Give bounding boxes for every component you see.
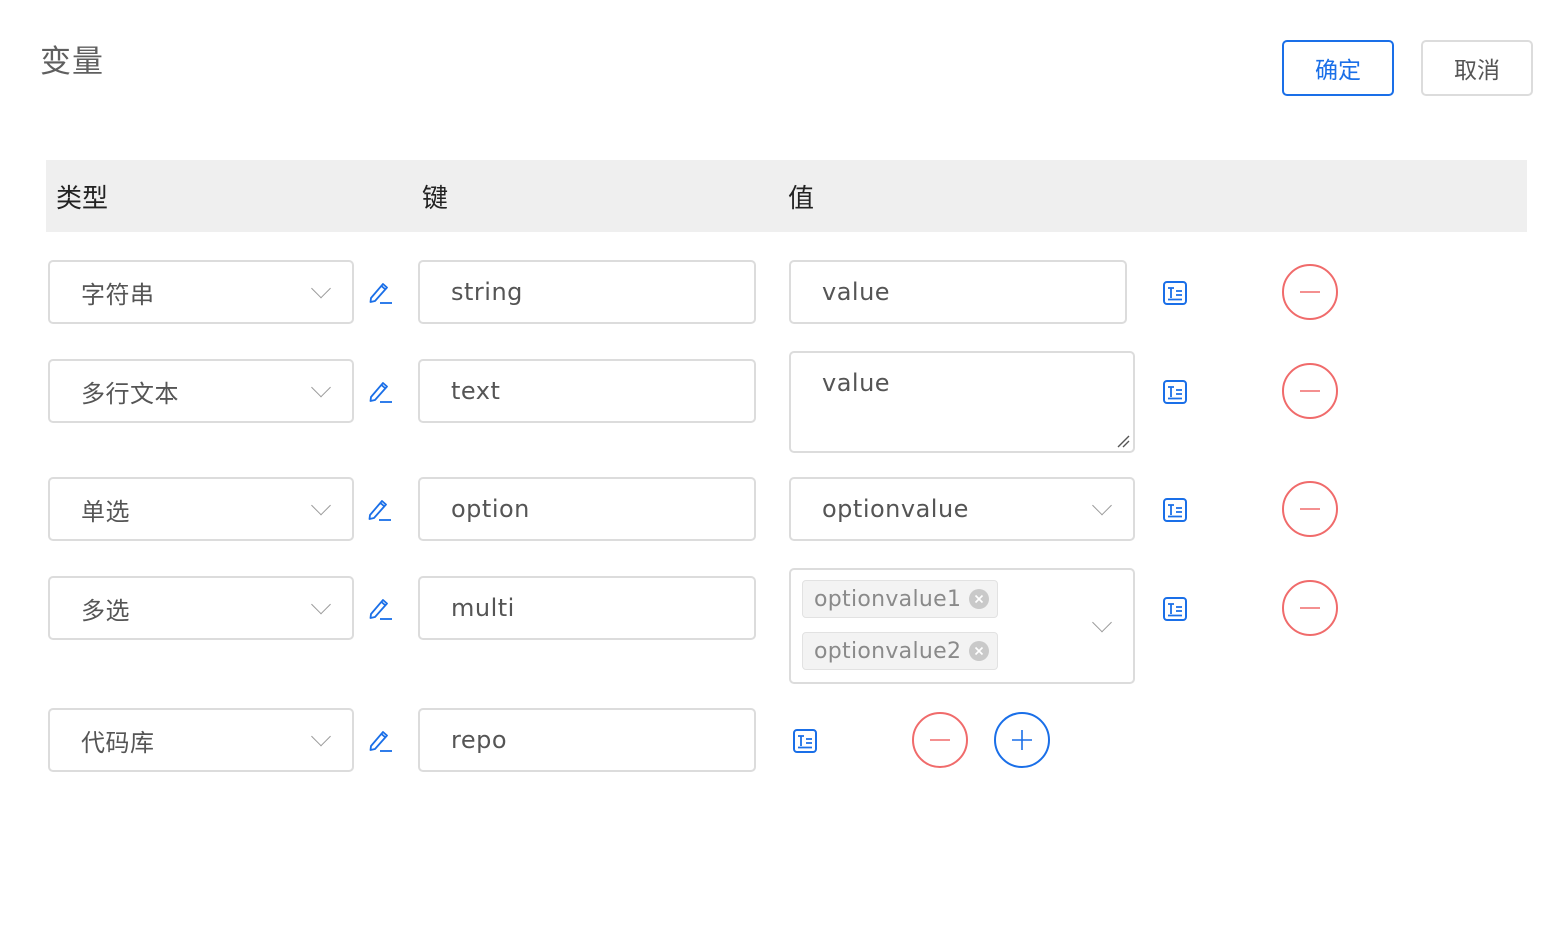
remove-row-button[interactable] xyxy=(1282,580,1338,636)
type-select[interactable]: 多行文本 xyxy=(48,359,354,423)
key-input[interactable]: option xyxy=(418,477,756,541)
minus-circle-icon xyxy=(1300,390,1320,392)
type-select-value: 多行文本 xyxy=(81,379,179,408)
edit-pencil-icon[interactable] xyxy=(366,594,394,622)
plus-circle-icon xyxy=(1012,730,1032,750)
edit-pencil-icon[interactable] xyxy=(365,495,393,523)
chevron-down-icon xyxy=(311,726,331,747)
key-input[interactable]: text xyxy=(418,359,756,423)
selected-tag-label: optionvalue2 xyxy=(814,638,962,664)
cancel-button[interactable]: 取消 xyxy=(1421,40,1533,96)
key-input[interactable]: string xyxy=(418,260,756,324)
type-select[interactable]: 多选 xyxy=(48,576,354,640)
table-header: 类型 键 值 xyxy=(46,160,1527,232)
value-input-value: value xyxy=(822,278,891,306)
key-input-value: multi xyxy=(451,594,515,622)
type-select-value: 多选 xyxy=(81,596,130,625)
value-textarea[interactable]: value xyxy=(789,351,1135,453)
value-select[interactable]: optionvalue xyxy=(789,477,1135,541)
page-title: 变量 xyxy=(40,44,104,80)
close-icon[interactable] xyxy=(969,641,990,661)
text-format-icon[interactable] xyxy=(791,727,819,755)
remove-row-button[interactable] xyxy=(1282,264,1338,320)
edit-pencil-icon[interactable] xyxy=(366,726,394,754)
type-select[interactable]: 代码库 xyxy=(48,708,354,772)
text-format-icon[interactable] xyxy=(1161,279,1189,307)
close-icon[interactable] xyxy=(969,589,990,609)
value-select-value: optionvalue xyxy=(822,495,969,523)
add-row-button[interactable] xyxy=(994,712,1050,768)
text-format-icon[interactable] xyxy=(1161,595,1189,623)
minus-circle-icon xyxy=(1300,508,1320,510)
selected-tag-label: optionvalue1 xyxy=(814,586,962,612)
selected-tag: optionvalue1 xyxy=(802,580,999,618)
type-select-value: 单选 xyxy=(81,497,130,526)
key-input[interactable]: multi xyxy=(418,576,756,640)
remove-row-button[interactable] xyxy=(1282,363,1338,419)
chevron-down-icon xyxy=(311,594,331,615)
minus-circle-icon xyxy=(930,739,950,741)
selected-tag: optionvalue2 xyxy=(802,632,999,670)
remove-row-button[interactable] xyxy=(912,712,968,768)
column-header-value: 值 xyxy=(788,183,815,214)
confirm-button[interactable]: 确定 xyxy=(1282,40,1394,96)
value-input[interactable]: value xyxy=(789,260,1127,324)
key-input-value: string xyxy=(451,278,523,306)
key-input-value: option xyxy=(451,495,530,523)
text-format-icon[interactable] xyxy=(1161,378,1189,406)
chevron-down-icon xyxy=(311,278,331,299)
edit-pencil-icon[interactable] xyxy=(366,278,394,306)
type-select-value: 字符串 xyxy=(81,280,155,309)
chevron-down-icon xyxy=(311,377,331,398)
type-select[interactable]: 单选 xyxy=(48,477,354,541)
chevron-down-icon xyxy=(1092,612,1112,633)
minus-circle-icon xyxy=(1300,607,1320,609)
value-textarea-value: value xyxy=(822,369,891,397)
key-input[interactable]: repo xyxy=(418,708,756,772)
resize-handle-icon[interactable] xyxy=(1116,434,1130,448)
value-multiselect[interactable]: optionvalue1 optionvalue2 xyxy=(789,568,1135,684)
type-select-value: 代码库 xyxy=(81,728,155,757)
key-input-value: repo xyxy=(451,726,508,754)
edit-pencil-icon[interactable] xyxy=(366,377,394,405)
column-header-type: 类型 xyxy=(56,183,109,214)
column-header-key: 键 xyxy=(422,183,449,214)
key-input-value: text xyxy=(451,377,501,405)
chevron-down-icon xyxy=(1092,495,1112,516)
text-format-icon[interactable] xyxy=(1161,496,1189,524)
minus-circle-icon xyxy=(1300,291,1320,293)
chevron-down-icon xyxy=(311,495,331,516)
type-select[interactable]: 字符串 xyxy=(48,260,354,324)
remove-row-button[interactable] xyxy=(1282,481,1338,537)
